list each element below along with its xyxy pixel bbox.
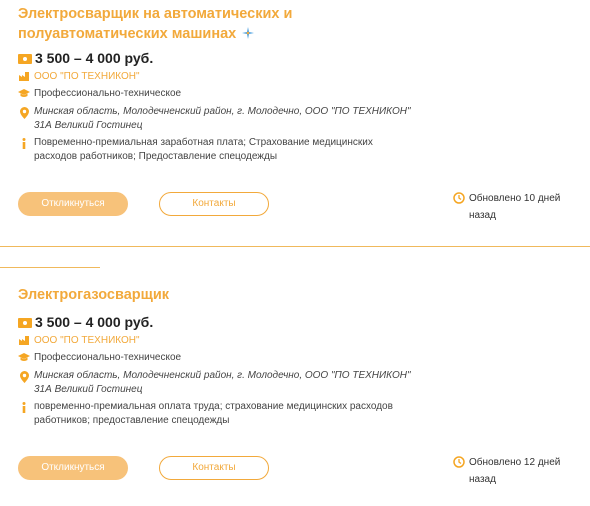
vacancy-card: Электросварщик на автоматических и полуа… bbox=[0, 0, 590, 247]
location-text: Минская область, Молодечненский район, г… bbox=[34, 106, 411, 131]
card-divider bbox=[0, 246, 590, 247]
benefits-text: Повременно-премиальная заработная плата;… bbox=[34, 137, 373, 162]
updated-text: Обновлено 12 дней назад bbox=[469, 457, 561, 485]
info-icon bbox=[18, 136, 30, 164]
money-icon bbox=[18, 318, 32, 328]
clock-icon bbox=[453, 456, 465, 468]
contacts-button[interactable]: Контакты bbox=[159, 192, 269, 216]
money-icon bbox=[18, 54, 32, 64]
clock-icon bbox=[453, 192, 465, 204]
location-pin-icon bbox=[18, 369, 30, 397]
vacancy-card: Электрогазосварщик 3 500 – 4 000 руб. ОО… bbox=[0, 268, 590, 506]
location-pin-icon bbox=[18, 105, 30, 133]
salary: 3 500 – 4 000 руб. bbox=[18, 313, 153, 331]
company-row: ООО "ПО ТЕХНИКОН" bbox=[18, 334, 414, 348]
company-link[interactable]: ООО "ПО ТЕХНИКОН" bbox=[34, 70, 414, 84]
contacts-button[interactable]: Контакты bbox=[159, 456, 269, 480]
location-text: Минская область, Молодечненский район, г… bbox=[34, 370, 411, 395]
factory-icon bbox=[18, 334, 30, 348]
education-text: Профессионально-техническое bbox=[34, 352, 182, 363]
factory-icon bbox=[18, 70, 30, 84]
education-row: Профессионально-техническое bbox=[18, 351, 414, 365]
company-link[interactable]: ООО "ПО ТЕХНИКОН" bbox=[34, 334, 414, 348]
updated-info: Обновлено 10 дней назад bbox=[453, 190, 584, 224]
benefits-text: повременно-премиальная оплата труда; стр… bbox=[34, 401, 393, 426]
benefits-row: Повременно-премиальная заработная плата;… bbox=[18, 136, 414, 164]
graduation-cap-icon bbox=[18, 351, 30, 365]
graduation-cap-icon bbox=[18, 87, 30, 101]
apply-button[interactable]: Откликнуться bbox=[18, 456, 128, 480]
benefits-row: повременно-премиальная оплата труда; стр… bbox=[18, 400, 414, 428]
updated-text: Обновлено 10 дней назад bbox=[469, 193, 561, 221]
sparkle-icon bbox=[242, 27, 255, 39]
apply-button[interactable]: Откликнуться bbox=[18, 192, 128, 216]
location-row: Минская область, Молодечненский район, г… bbox=[18, 105, 414, 133]
education-row: Профессионально-техническое bbox=[18, 87, 414, 101]
location-row: Минская область, Молодечненский район, г… bbox=[18, 369, 414, 397]
vacancy-title[interactable]: Электросварщик на автоматических и полуа… bbox=[18, 4, 318, 44]
education-text: Профессионально-техническое bbox=[34, 88, 182, 99]
vacancy-title[interactable]: Электрогазосварщик bbox=[18, 285, 169, 305]
company-row: ООО "ПО ТЕХНИКОН" bbox=[18, 70, 414, 84]
info-icon bbox=[18, 400, 30, 428]
salary: 3 500 – 4 000 руб. bbox=[18, 49, 153, 67]
updated-info: Обновлено 12 дней назад bbox=[453, 454, 584, 488]
